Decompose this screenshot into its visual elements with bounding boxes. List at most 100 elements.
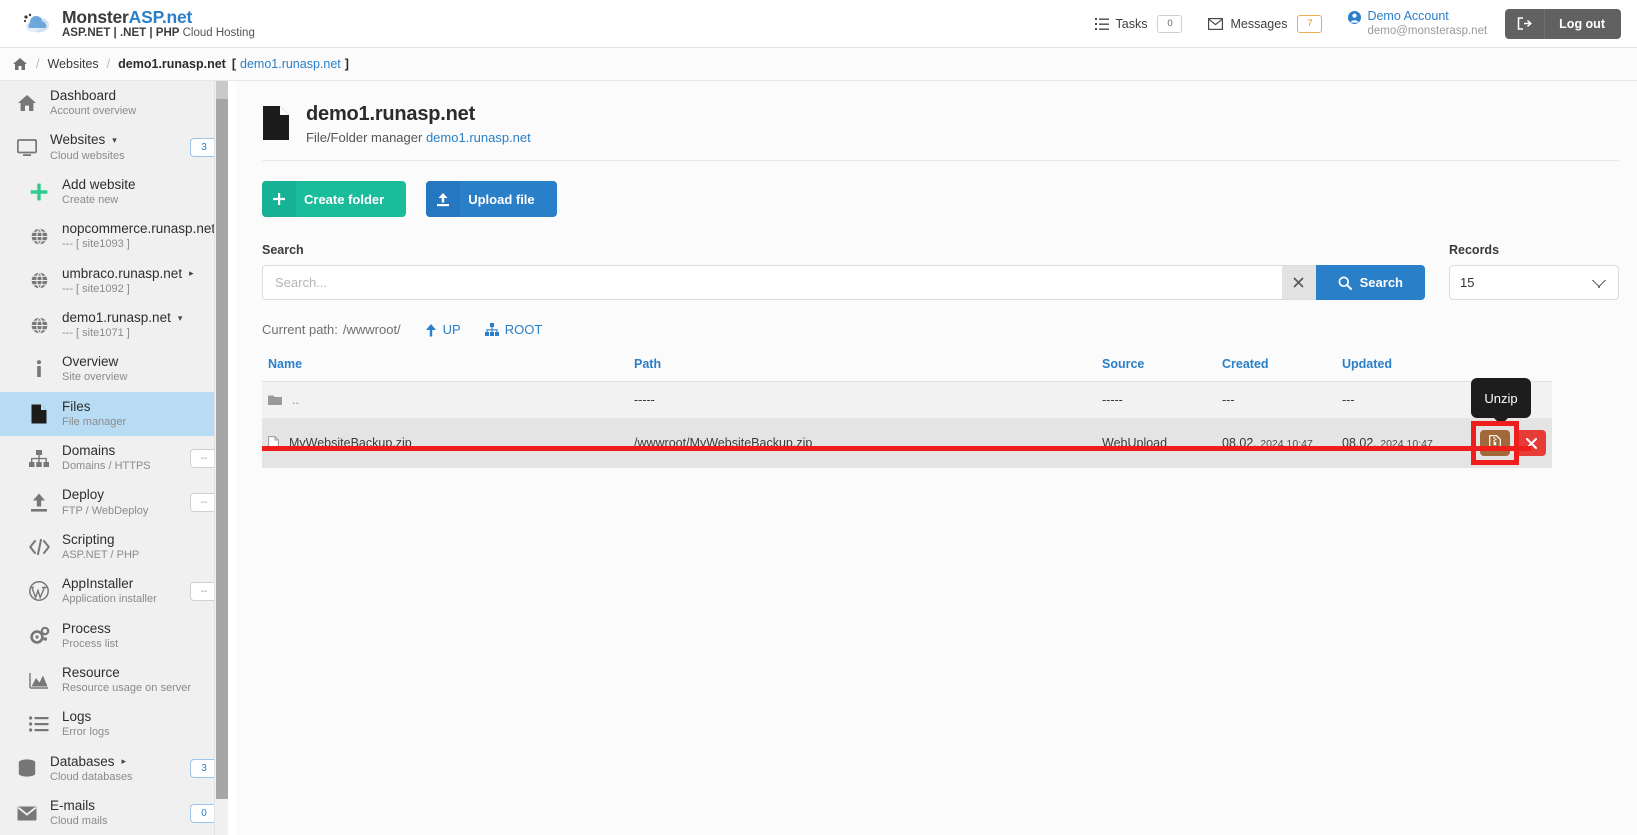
column-header-path[interactable]: Path [634, 353, 1102, 382]
cell-name[interactable]: MyWebsiteBackup.zip [262, 418, 634, 468]
path-up-link[interactable]: UP [425, 322, 461, 337]
sidebar-item-process[interactable]: Process Process list [0, 614, 228, 658]
brand-text-block: MonsterASP.net ASP.NET | .NET | PHP Clou… [62, 8, 255, 40]
sidebar-item-text: Files File manager [62, 399, 218, 429]
home-icon[interactable] [12, 57, 28, 71]
sidebar-item-text: Overview Site overview [62, 354, 218, 384]
sidebar-item-label: Process [62, 620, 111, 636]
sidebar-item-label: nopcommerce.runasp.net▸ [62, 221, 227, 237]
sidebar-item-databases[interactable]: Databases ▸ Cloud databases 3 [0, 747, 228, 791]
sidebar-item-label: umbraco.runasp.net ▸ [62, 265, 194, 281]
folder-icon [268, 394, 282, 406]
scrollbar-track-top [216, 81, 228, 99]
sidebar-item-files[interactable]: Files File manager [0, 391, 228, 436]
sidebar-item-sublabel: Application installer [62, 593, 157, 606]
create-folder-button[interactable]: Create folder [262, 181, 407, 217]
upload-icon [426, 181, 461, 217]
sidebar: Dashboard Account overview Websites ▾ Cloud … [0, 81, 228, 835]
globe-icon [24, 316, 54, 334]
chevron-right-icon[interactable]: ▸ [122, 756, 127, 767]
sidebar-item-label: Deploy [62, 487, 105, 503]
unzip-tooltip: Unzip [1471, 378, 1531, 418]
top-header-bar: MonsterASP.net ASP.NET | .NET | PHP Clou… [0, 0, 1637, 48]
delete-button[interactable] [1516, 430, 1546, 456]
create-folder-label: Create folder [304, 191, 385, 207]
messages-button[interactable]: Messages 7 [1208, 14, 1323, 33]
code-icon [24, 538, 54, 555]
cell-created: 08.02. 2024 10:47 [1222, 418, 1342, 468]
search-clear-button[interactable] [1281, 265, 1316, 300]
sidebar-item-text: E-mails Cloud mails [50, 798, 190, 828]
sidebar-item-label: E-mails [50, 798, 96, 813]
sidebar-item-text: umbraco.runasp.net ▸ --- [ site1092 ] [62, 266, 218, 296]
monitor-icon [12, 138, 42, 157]
sidebar-scrollbar[interactable] [214, 81, 228, 835]
wordpress-icon [24, 581, 54, 602]
scrollbar-thumb[interactable] [216, 99, 228, 799]
sidebar-item-dashboard[interactable]: Dashboard Account overview [0, 81, 228, 125]
breadcrumb-site-link[interactable]: demo1.runasp.net [240, 57, 341, 71]
cell-updated: 08.02. 2024 10:47 [1342, 418, 1462, 468]
sidebar-item-websites[interactable]: Websites ▾ Cloud websites 3 [0, 125, 228, 169]
sidebar-item-text: Deploy FTP / WebDeploy [62, 487, 190, 517]
chevron-down-icon[interactable]: ▾ [178, 313, 183, 324]
unzip-button[interactable] [1480, 430, 1510, 456]
sidebar-item-sublabel: Cloud mails [50, 815, 108, 828]
page-subtitle-link[interactable]: demo1.runasp.net [426, 130, 531, 145]
plus-icon [262, 181, 296, 217]
page-title: demo1.runasp.net [306, 103, 476, 125]
sidebar-item-add-website[interactable]: Add website Create new [0, 170, 228, 214]
brand-logo-block[interactable]: MonsterASP.net ASP.NET | .NET | PHP Clou… [0, 8, 255, 39]
globe-icon [24, 272, 54, 290]
cell-name[interactable]: .. [262, 381, 634, 419]
sidebar-item-text: Process Process list [62, 621, 218, 651]
search-input[interactable] [262, 265, 1282, 300]
search-column: Search Search [262, 243, 1425, 300]
logout-button[interactable]: Log out [1505, 8, 1621, 39]
account-menu[interactable]: Demo Account demo@monsterasp.net [1348, 9, 1487, 39]
cell-path: ----- [634, 381, 1102, 419]
sidebar-item-sublabel: ASP.NET / PHP [62, 548, 140, 561]
sidebar-item-scripting[interactable]: Scripting ASP.NET / PHP [0, 525, 228, 569]
column-header-source[interactable]: Source [1102, 353, 1222, 382]
sidebar-item-sublabel: --- [ site1093 ] [62, 238, 130, 251]
account-name: Demo Account [1367, 8, 1449, 23]
search-row: Search Search Records 152550100 [262, 243, 1619, 300]
sidebar-item-deploy[interactable]: Deploy FTP / WebDeploy -- [0, 480, 228, 524]
sidebar-item-label: Domains [62, 443, 116, 458]
column-header-updated[interactable]: Updated [1342, 353, 1462, 382]
sidebar-item-appinstaller[interactable]: AppInstaller Application installer -- [0, 569, 228, 613]
file-table-head: Name Path Source Created Updated [262, 353, 1552, 382]
records-column: Records 152550100 [1449, 243, 1619, 300]
table-row[interactable]: MyWebsiteBackup.zip /wwwroot/MyWebsiteBa… [262, 378, 1552, 468]
search-submit-button[interactable]: Search [1315, 265, 1425, 300]
sidebar-item-e-mails[interactable]: E-mails Cloud mails 0 [0, 791, 228, 835]
table-row[interactable]: .. ----- ----- --- --- [262, 381, 1552, 419]
chevron-right-icon[interactable]: ▸ [189, 268, 194, 279]
sidebar-item-sublabel: Resource usage on server [62, 682, 192, 695]
records-select[interactable]: 152550100 [1449, 265, 1619, 300]
path-root-link[interactable]: ROOT [484, 322, 542, 337]
column-header-created[interactable]: Created [1222, 353, 1342, 382]
sidebar-item-logs[interactable]: Logs Error logs [0, 702, 228, 746]
user-circle-icon [1348, 10, 1362, 29]
breadcrumb-websites[interactable]: Websites [47, 57, 98, 71]
upload-file-button[interactable]: Upload file [426, 181, 557, 217]
sidebar-item-overview[interactable]: Overview Site overview [0, 347, 228, 391]
sidebar-item-label: AppInstaller [62, 576, 134, 592]
column-header-name[interactable]: Name [262, 353, 634, 382]
chevron-down-icon[interactable]: ▾ [112, 135, 117, 146]
table-header-row: Name Path Source Created Updated [262, 353, 1552, 382]
tasks-button[interactable]: Tasks 0 [1094, 14, 1183, 33]
breadcrumb-sep-1: / [36, 57, 40, 71]
file-table-container: Name Path Source Created Updated .. ----… [262, 353, 1552, 468]
brand-name: MonsterASP.net [62, 8, 255, 26]
cell-created: --- [1222, 381, 1342, 419]
sidebar-item-demo1-runasp-net[interactable]: demo1.runasp.net ▾ --- [ site1071 ] [0, 303, 228, 347]
sidebar-item-resource[interactable]: Resource Resource usage on server [0, 658, 228, 702]
sidebar-item-label: Logs [62, 709, 92, 725]
sidebar-item-domains[interactable]: Domains Domains / HTTPS -- [0, 436, 228, 480]
sidebar-item-nopcommerce-runasp-net[interactable]: nopcommerce.runasp.net▸--- [ site1093 ] [0, 214, 228, 258]
sidebar-item-umbraco-runasp-net[interactable]: umbraco.runasp.net ▸ --- [ site1092 ] [0, 259, 228, 303]
current-path-row: Current path: /wwwroot/ UP ROOT [262, 322, 1619, 337]
